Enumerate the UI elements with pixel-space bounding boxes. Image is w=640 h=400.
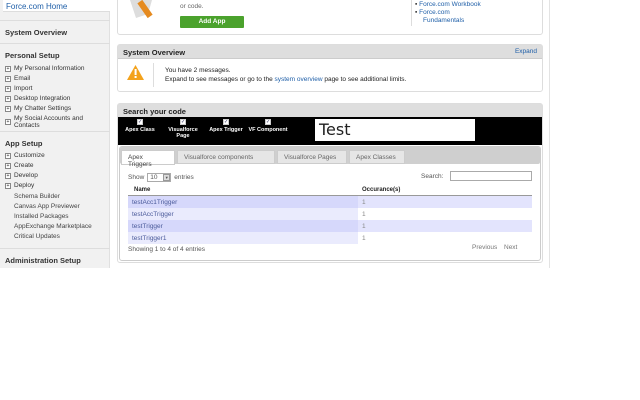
entries-label: entries: [174, 174, 194, 181]
search-query-input[interactable]: Test: [315, 119, 475, 141]
sidebar-sub-item[interactable]: Schema Builder: [14, 193, 60, 200]
sidebar-item[interactable]: + Customize: [5, 152, 45, 159]
sidebar-system-overview[interactable]: System Overview: [5, 28, 67, 37]
table-row[interactable]: testTrigger 1: [128, 220, 532, 232]
sidebar-item[interactable]: + Deploy: [5, 182, 34, 189]
panel-title: Search your code: [118, 104, 542, 118]
expand-icon[interactable]: +: [5, 152, 11, 159]
checkbox-label: VF Component: [248, 127, 288, 133]
column-occurances[interactable]: Occurance(s): [362, 187, 400, 193]
sidebar-sub-item[interactable]: AppExchange Marketplace: [14, 223, 92, 230]
expand-icon[interactable]: +: [5, 75, 11, 82]
checkbox-2[interactable]: ✓: [223, 119, 229, 125]
checkbox-3[interactable]: ✓: [265, 119, 271, 125]
expand-icon[interactable]: +: [5, 85, 11, 92]
top-card-text: or code.: [180, 3, 204, 10]
row-occurances: 1: [362, 199, 366, 206]
tab-1[interactable]: Visualforce components: [177, 150, 275, 164]
expand-icon[interactable]: +: [5, 95, 11, 102]
table-row[interactable]: testAcc1Trigger 1: [128, 196, 532, 208]
table-row[interactable]: testTrigger1 1: [128, 232, 532, 244]
sidebar-item[interactable]: + My Social Accounts and Contacts: [5, 115, 109, 129]
sidebar-item[interactable]: + Develop: [5, 172, 38, 179]
expand-icon[interactable]: +: [5, 172, 11, 179]
row-occurances: 1: [362, 235, 366, 242]
sidebar-sub-item[interactable]: Critical Updates: [14, 233, 60, 240]
panel-title: System Overview: [123, 48, 186, 57]
messages-count: You have 2 messages.: [165, 67, 231, 74]
tab-2[interactable]: Visualforce Pages: [277, 150, 347, 164]
sidebar-administration-setup: Administration Setup: [5, 256, 81, 265]
checkbox-label: Visualforce Page: [168, 127, 198, 139]
sidebar-personal-setup: Personal Setup: [5, 51, 60, 60]
row-name[interactable]: testTrigger1: [132, 235, 166, 242]
search-label: Search:: [421, 173, 444, 180]
next-button[interactable]: Next: [504, 244, 517, 251]
sidebar-item[interactable]: + Email: [5, 75, 30, 82]
warning-icon: [127, 65, 144, 80]
table-info: Showing 1 to 4 of 4 entries: [128, 246, 205, 253]
expand-link[interactable]: Expand: [515, 48, 537, 55]
entries-select[interactable]: 10 ▼: [147, 173, 172, 182]
add-app-button[interactable]: Add App: [180, 16, 244, 28]
sidebar-app-setup: App Setup: [5, 139, 43, 148]
expand-icon[interactable]: +: [5, 105, 11, 112]
table-header: Name Occurance(s): [128, 183, 532, 196]
checkbox-label: Apex Class: [125, 127, 155, 133]
tab-3[interactable]: Apex Classes: [349, 150, 405, 164]
tab-0[interactable]: Apex Triggers: [121, 150, 175, 168]
panel-header: System Overview Expand: [118, 45, 542, 59]
chevron-down-icon: ▼: [163, 174, 171, 181]
messages-hint: Expand to see messages or go to the syst…: [165, 76, 407, 83]
sidebar: Force.com Home System Overview Personal …: [0, 0, 110, 268]
checkbox-1[interactable]: ✓: [180, 119, 186, 125]
expand-icon[interactable]: +: [5, 182, 11, 189]
row-occurances: 1: [362, 223, 366, 230]
expand-icon[interactable]: +: [5, 65, 11, 72]
checkbox-label: Apex Trigger: [209, 127, 243, 133]
sidebar-item[interactable]: + My Chatter Settings: [5, 105, 71, 112]
system-overview-link[interactable]: system overview: [274, 76, 322, 83]
expand-icon[interactable]: +: [5, 162, 11, 169]
row-name[interactable]: testTrigger: [132, 223, 163, 230]
sidebar-sub-item[interactable]: Installed Packages: [14, 213, 69, 220]
table-search-input[interactable]: [450, 171, 532, 181]
column-name[interactable]: Name: [134, 187, 150, 193]
row-name[interactable]: testAcc1Trigger: [132, 199, 177, 206]
resource-link[interactable]: ▪ Force.com Workbook: [410, 1, 481, 9]
resource-link[interactable]: Fundamentals: [410, 17, 481, 25]
row-occurances: 1: [362, 211, 366, 218]
sidebar-item[interactable]: + My Personal Information: [5, 65, 84, 72]
show-label: Show: [128, 174, 145, 181]
system-overview-panel: System Overview Expand You have 2 messag…: [117, 44, 543, 92]
previous-button[interactable]: Previous: [472, 244, 497, 251]
expand-icon[interactable]: +: [5, 119, 11, 125]
table-row[interactable]: testAccTrigger 1: [128, 208, 532, 220]
sidebar-home-link[interactable]: Force.com Home: [3, 0, 110, 12]
sidebar-item[interactable]: + Desktop Integration: [5, 95, 70, 102]
sidebar-sub-item[interactable]: Canvas App Previewer: [14, 203, 80, 210]
row-name[interactable]: testAccTrigger: [132, 211, 174, 218]
resource-link[interactable]: ▪ Force.com: [410, 9, 481, 17]
checkbox-0[interactable]: ✓: [137, 119, 143, 125]
sidebar-item[interactable]: + Import: [5, 85, 32, 92]
sidebar-item[interactable]: + Create: [5, 162, 34, 169]
app-wrench-icon: [130, 0, 153, 19]
